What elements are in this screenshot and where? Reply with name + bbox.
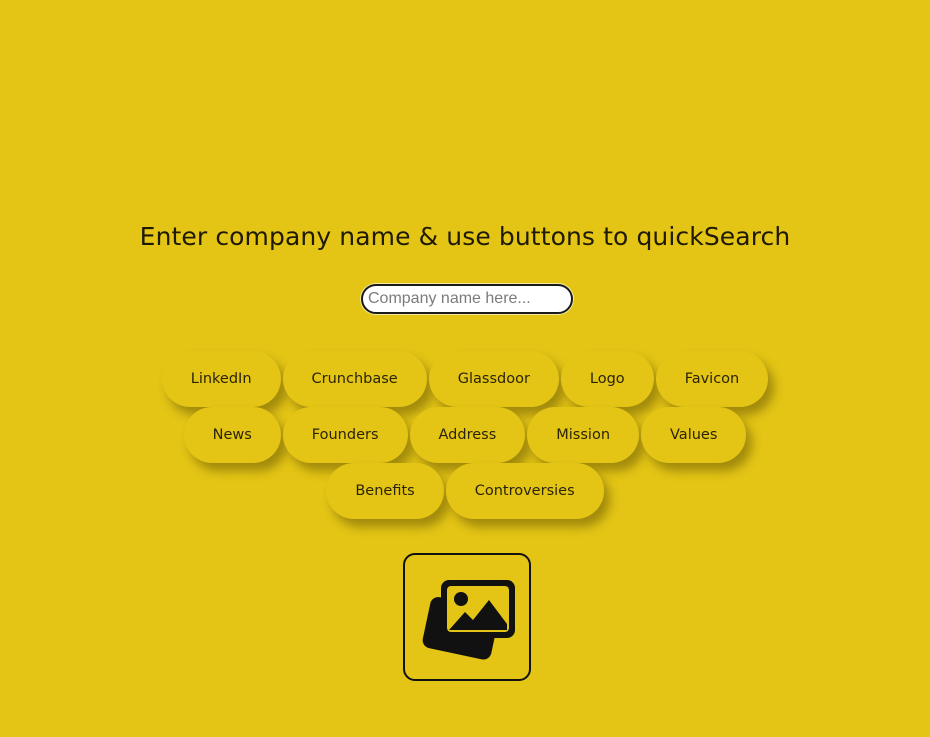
glassdoor-button[interactable]: Glassdoor xyxy=(428,351,559,407)
button-row-1: LinkedIn Crunchbase Glassdoor Logo Favic… xyxy=(0,351,930,407)
news-button[interactable]: News xyxy=(183,407,281,463)
linkedin-button[interactable]: LinkedIn xyxy=(161,351,281,407)
page-heading: Enter company name & use buttons to quic… xyxy=(139,222,791,251)
favicon-button[interactable]: Favicon xyxy=(655,351,769,407)
values-button[interactable]: Values xyxy=(641,407,747,463)
founders-button[interactable]: Founders xyxy=(282,407,408,463)
benefits-button[interactable]: Benefits xyxy=(326,463,444,519)
page: Enter company name & use buttons to quic… xyxy=(0,0,930,737)
mission-button[interactable]: Mission xyxy=(527,407,640,463)
images-icon xyxy=(422,580,515,660)
button-row-2: News Founders Address Mission Values xyxy=(0,407,930,463)
company-search-input[interactable] xyxy=(361,284,573,314)
image-search-button[interactable] xyxy=(403,553,531,681)
crunchbase-button[interactable]: Crunchbase xyxy=(282,351,427,407)
address-button[interactable]: Address xyxy=(409,407,526,463)
controversies-button[interactable]: Controversies xyxy=(445,463,604,519)
logo-button[interactable]: Logo xyxy=(560,351,654,407)
button-row-3: Benefits Controversies xyxy=(0,463,930,519)
